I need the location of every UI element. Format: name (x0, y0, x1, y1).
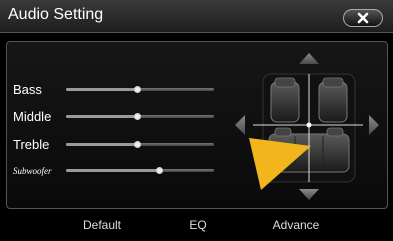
middle-slider-fill (66, 115, 138, 118)
middle-slider[interactable] (66, 113, 214, 120)
advance-button[interactable]: Advance (256, 218, 336, 232)
treble-slider-knob[interactable] (134, 141, 142, 148)
treble-slider[interactable] (66, 141, 214, 148)
close-x-icon (357, 12, 369, 24)
bass-slider-fill (66, 88, 138, 91)
subwoofer-slider-row: Subwoofer (13, 163, 218, 179)
middle-slider-row: Middle (13, 109, 218, 125)
subwoofer-label: Subwoofer (13, 166, 52, 176)
window-title: Audio Setting (8, 6, 104, 23)
treble-label: Treble (13, 137, 50, 152)
arrow-left-icon[interactable] (235, 115, 245, 135)
bass-slider-knob[interactable] (134, 86, 142, 93)
default-button[interactable]: Default (62, 218, 142, 232)
treble-slider-fill (66, 143, 138, 146)
eq-button[interactable]: EQ (158, 218, 238, 232)
bass-slider[interactable] (66, 86, 214, 93)
treble-slider-row: Treble (13, 137, 218, 153)
middle-slider-knob[interactable] (134, 113, 142, 120)
bottom-bar: Default EQ Advance (0, 210, 393, 241)
subwoofer-slider-knob[interactable] (156, 167, 164, 174)
subwoofer-slider-fill (66, 169, 160, 172)
middle-label: Middle (13, 109, 52, 124)
title-bar: Audio Setting (0, 0, 393, 33)
arrow-up-icon[interactable] (299, 53, 319, 64)
close-button[interactable] (343, 9, 383, 27)
audio-panel: Bass Middle Treble Subwoofer (6, 41, 388, 209)
subwoofer-slider[interactable] (66, 167, 214, 174)
arrow-right-icon[interactable] (369, 115, 379, 135)
balance-fader-area[interactable] (233, 52, 385, 202)
bass-label: Bass (13, 82, 42, 97)
arrow-down-icon[interactable] (299, 189, 319, 200)
bass-slider-row: Bass (13, 82, 218, 98)
